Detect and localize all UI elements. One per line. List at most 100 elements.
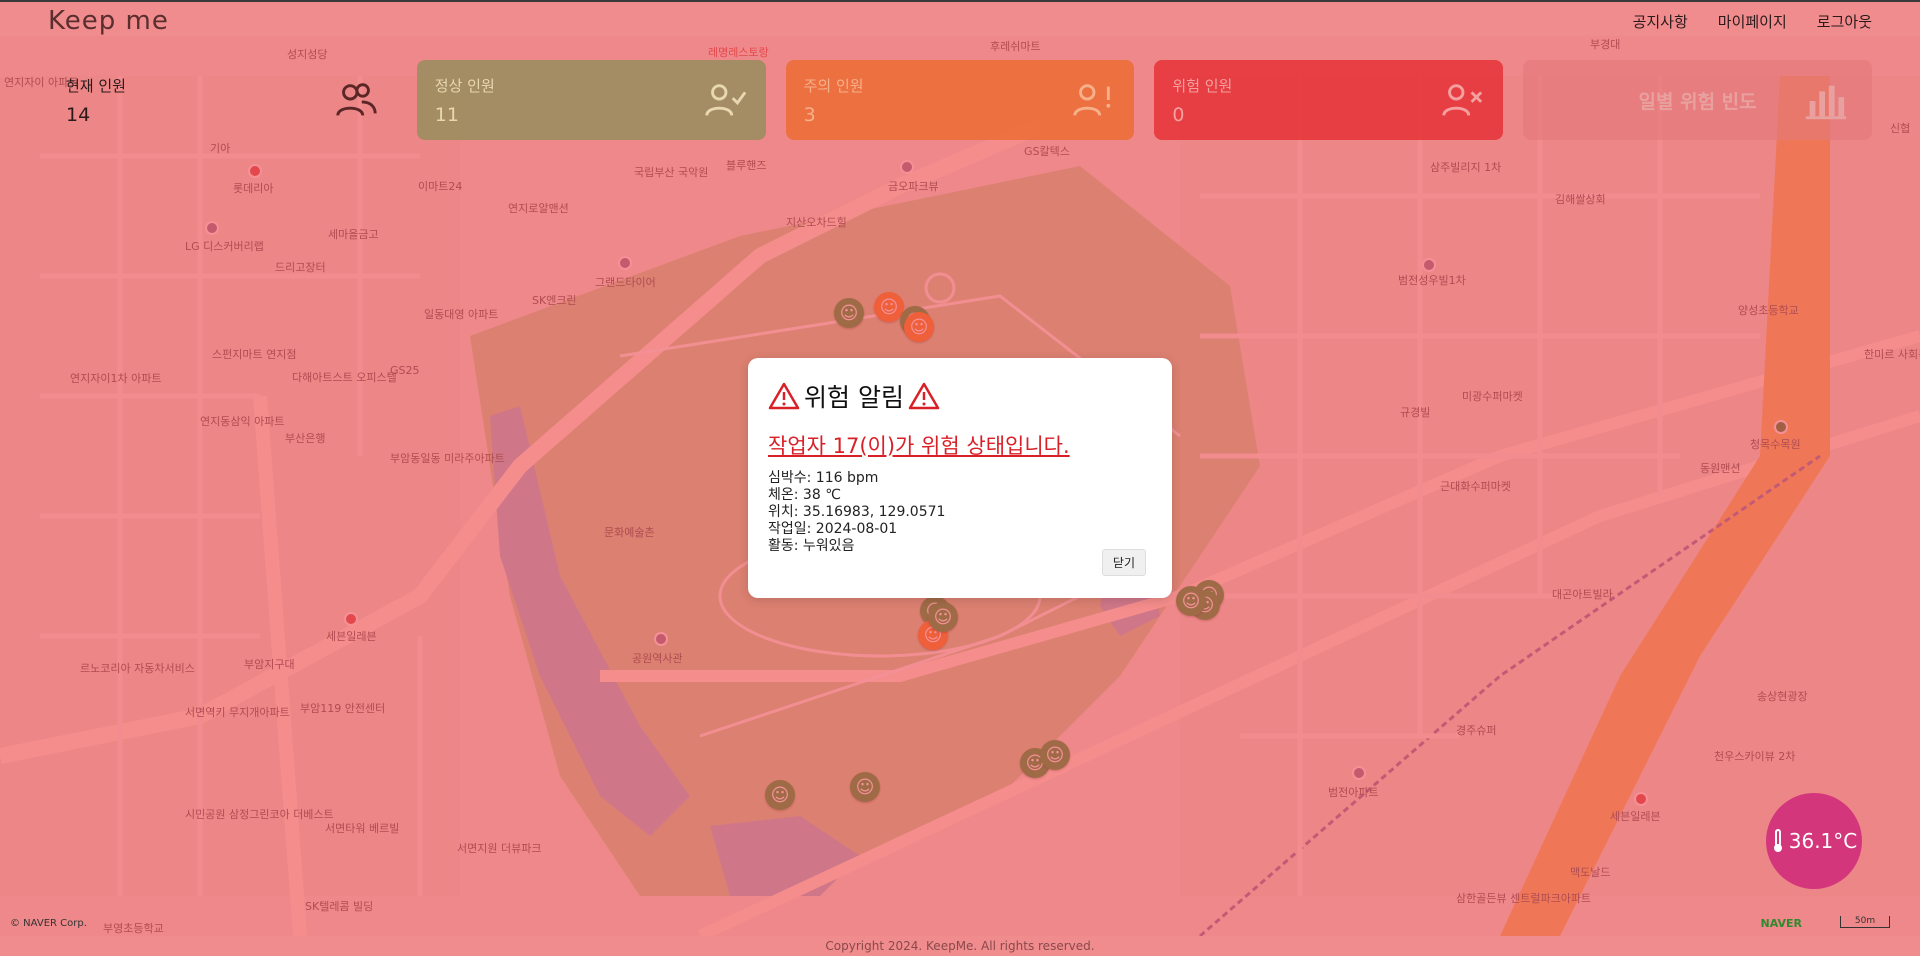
map-label: 세븐일레븐 bbox=[326, 630, 377, 643]
danger-alert-modal: 위험 알림 작업자 17(이)가 위험 상태입니다. 심박수: 116 bpm … bbox=[748, 358, 1172, 598]
map-label: 블루핸즈 bbox=[726, 159, 767, 172]
modal-title-text: 위험 알림 bbox=[804, 383, 904, 412]
map-label: 연지로알맨션 bbox=[508, 202, 569, 215]
map-label: 근대화수퍼마켓 bbox=[1440, 480, 1511, 493]
user-x-icon bbox=[1442, 84, 1483, 116]
modal-title: 위험 알림 bbox=[768, 378, 1152, 414]
alert-headline: 작업자 17(이)가 위험 상태입니다. bbox=[768, 434, 1070, 458]
map-label: 연지동삼익 아파트 bbox=[200, 415, 285, 428]
card-value: 14 bbox=[66, 103, 91, 126]
worker-marker[interactable]: ☺ bbox=[1176, 586, 1206, 616]
poi-icon[interactable] bbox=[1422, 258, 1436, 272]
thermometer-icon bbox=[1773, 829, 1782, 852]
map-label: 기아 bbox=[210, 142, 231, 155]
map-label: 부영초등학교 bbox=[103, 922, 164, 935]
map-attribution[interactable]: © NAVER Corp. bbox=[10, 918, 87, 929]
map-label: 문화예술촌 bbox=[604, 526, 655, 539]
map-label: 그랜드타이어 bbox=[595, 276, 656, 289]
map-label: 대곤아트빌라 bbox=[1552, 588, 1613, 601]
map-label: 부산은행 bbox=[285, 432, 326, 445]
card-title: 일별 위험 빈도 bbox=[1638, 90, 1757, 113]
detail-temperature: 체온: 38 ℃ bbox=[768, 487, 841, 503]
map-label: 부암지구대 bbox=[244, 658, 295, 671]
map-label: 서면타워 베르빌 bbox=[325, 822, 400, 835]
map-label: 신협 bbox=[1890, 122, 1911, 135]
users-icon bbox=[336, 83, 377, 116]
map-label: 세마을금고 bbox=[328, 228, 379, 241]
map-label: SK엔크린 bbox=[532, 294, 577, 307]
poi-icon[interactable] bbox=[900, 160, 914, 174]
warning-icon bbox=[908, 382, 940, 410]
warning-icon bbox=[768, 382, 800, 410]
alert-details: 심박수: 116 bpm 체온: 38 ℃ 위치: 35.16983, 129.… bbox=[768, 470, 1152, 555]
temperature-badge[interactable]: 36.1°C bbox=[1766, 793, 1862, 889]
map-label: 범전아파트 bbox=[1328, 786, 1379, 799]
nav-logout-link[interactable]: 로그아웃 bbox=[1817, 11, 1872, 32]
card-title: 위험 인원 bbox=[1172, 76, 1233, 95]
card-daily-danger-frequency[interactable]: 일별 위험 빈도 bbox=[1523, 60, 1872, 140]
poi-icon[interactable] bbox=[205, 221, 219, 235]
card-danger-workers[interactable]: 위험 인원 0 bbox=[1154, 60, 1504, 140]
map-label: 경주슈퍼 bbox=[1456, 724, 1497, 737]
map-label: 삼한골든뷰 센트럴파크아파트 bbox=[1456, 892, 1592, 905]
map-scale: 50m bbox=[1840, 916, 1890, 928]
map-label: 연지자이1차 아파트 bbox=[70, 372, 162, 385]
map-label: 한미르 사회복지 bbox=[1864, 348, 1920, 361]
app-logo[interactable]: Keep me bbox=[48, 6, 169, 36]
detail-activity: 활동: 누워있음 bbox=[768, 538, 855, 554]
poi-icon[interactable] bbox=[654, 632, 668, 646]
card-current-workers[interactable]: 현재 인원 14 bbox=[48, 60, 397, 140]
map-label: 스펀지마트 연지점 bbox=[212, 348, 297, 361]
close-button[interactable]: 닫기 bbox=[1101, 549, 1146, 576]
nav-notice-link[interactable]: 공지사항 bbox=[1633, 11, 1688, 32]
bar-chart-icon bbox=[1805, 85, 1847, 120]
worker-marker[interactable]: ☺ bbox=[1040, 740, 1070, 770]
worker-marker[interactable]: ☺ bbox=[765, 780, 795, 810]
map-label: 롯데리아 bbox=[233, 182, 274, 195]
card-normal-workers[interactable]: 정상 인원 11 bbox=[416, 60, 766, 140]
user-check-icon bbox=[704, 84, 746, 116]
poi-icon[interactable] bbox=[1774, 420, 1788, 434]
poi-icon[interactable] bbox=[1352, 766, 1366, 780]
map-label: 금오파크뷰 bbox=[888, 180, 939, 193]
map-label: 양성초등학교 bbox=[1738, 304, 1799, 317]
map-label: 일동대영 아파트 bbox=[424, 308, 499, 321]
poi-icon[interactable] bbox=[344, 612, 358, 626]
map-label: 서면지원 더뷰파크 bbox=[457, 842, 542, 855]
map-label: 세븐일레븐 bbox=[1610, 810, 1661, 823]
map-label: 맥도날드 bbox=[1570, 866, 1611, 879]
stat-cards: 현재 인원 14 정상 인원 11 주의 인원 3 위험 인원 0 일별 위험 … bbox=[48, 60, 1872, 140]
map-label: GS25 bbox=[390, 364, 420, 377]
map-label: 지산오차드힐 bbox=[786, 216, 847, 229]
worker-marker[interactable]: ☺ bbox=[850, 772, 880, 802]
nav-mypage-link[interactable]: 마이페이지 bbox=[1718, 11, 1787, 32]
worker-marker[interactable]: ☺ bbox=[904, 312, 934, 342]
poi-icon[interactable] bbox=[1634, 792, 1648, 806]
card-value: 0 bbox=[1172, 103, 1185, 126]
map-label: 규경빌 bbox=[1400, 406, 1431, 419]
map-label: LG 디스커버리랩 bbox=[185, 240, 264, 253]
map-label: 레명레스토랑 bbox=[708, 46, 769, 59]
poi-icon[interactable] bbox=[618, 256, 632, 270]
map-label: SK텔레콤 빌딩 bbox=[305, 900, 374, 913]
detail-heart-rate: 심박수: 116 bpm bbox=[768, 470, 879, 486]
map-label: 부암119 안전센터 bbox=[300, 702, 386, 715]
top-nav: 공지사항 마이페이지 로그아웃 bbox=[1633, 11, 1872, 32]
card-title: 정상 인원 bbox=[434, 76, 495, 95]
map-label: 이마트24 bbox=[418, 180, 463, 193]
card-title: 현재 인원 bbox=[66, 76, 126, 95]
map-label: 동원맨션 bbox=[1700, 462, 1741, 475]
map-label: 김해쌀상회 bbox=[1555, 193, 1606, 206]
map-label: GS칼텍스 bbox=[1024, 145, 1070, 158]
top-header: Keep me 공지사항 마이페이지 로그아웃 bbox=[0, 0, 1920, 40]
worker-marker[interactable]: ☺ bbox=[834, 298, 864, 328]
map-label: 시민공원 삼정그린코아 더베스트 bbox=[185, 808, 334, 821]
map-label: 드리고장터 bbox=[275, 261, 326, 274]
user-exclamation-icon bbox=[1073, 84, 1111, 116]
card-caution-workers[interactable]: 주의 인원 3 bbox=[785, 60, 1135, 140]
map-label: 천우스카이뷰 2차 bbox=[1714, 750, 1796, 763]
naver-logo[interactable]: NAVER bbox=[1761, 917, 1802, 930]
detail-location: 위치: 35.16983, 129.0571 bbox=[768, 504, 946, 520]
worker-marker[interactable]: ☺ bbox=[928, 602, 958, 632]
poi-icon[interactable] bbox=[248, 164, 262, 178]
